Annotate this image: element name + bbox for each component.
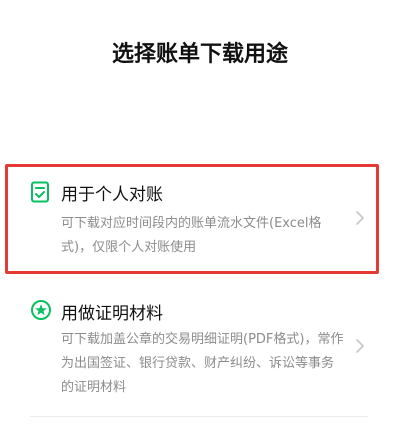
divider <box>30 416 368 417</box>
chevron-right-icon <box>354 338 366 354</box>
option-personal-reconciliation[interactable]: 用于个人对账 可下载对应时间段内的账单流水文件(Excel格式)，仅限个人对账使… <box>0 164 400 278</box>
option-description: 可下载加盖公章的交易明细证明(PDF格式)，常作为出国签证、银行贷款、财产纠纷、… <box>61 332 344 395</box>
page-title: 选择账单下载用途 <box>111 42 288 67</box>
option-title: 用做证明材料 <box>61 304 163 324</box>
option-proof-material[interactable]: 用做证明材料 可下载加盖公章的交易明细证明(PDF格式)，常作为出国签证、银行贷… <box>0 290 400 408</box>
option-description: 可下载对应时间段内的账单流水文件(Excel格式)，仅限个人对账使用 <box>61 216 322 255</box>
option-title: 用于个人对账 <box>61 185 163 205</box>
document-check-icon <box>30 181 50 203</box>
chevron-right-icon <box>354 210 366 226</box>
page: 选择账单下载用途 用于个人对账 可下载对应时间段内的账单流水文件(Excel格式… <box>0 0 400 435</box>
star-badge-icon <box>30 299 51 321</box>
